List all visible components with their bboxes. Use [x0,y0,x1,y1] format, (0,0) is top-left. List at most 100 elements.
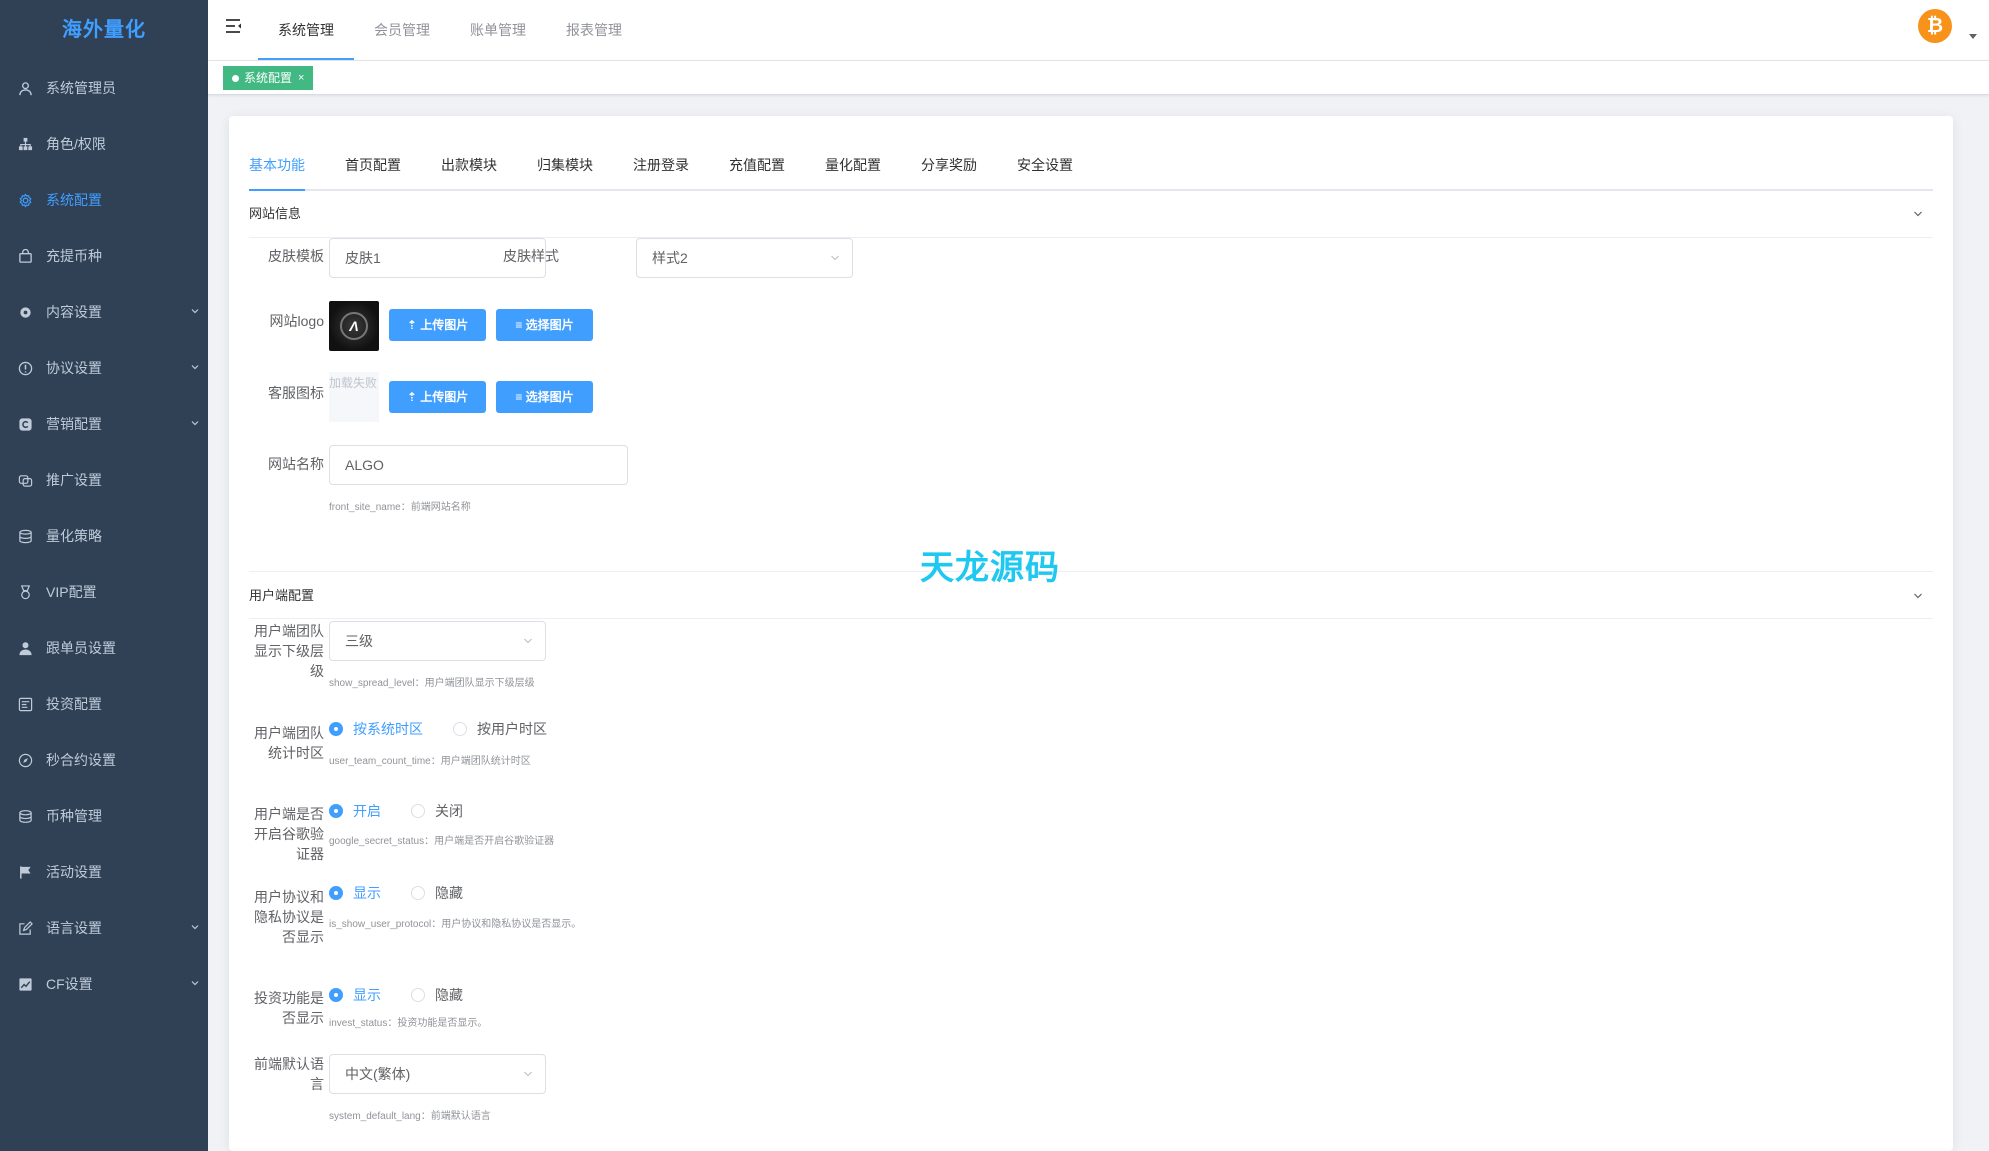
sidebar-item-promotion[interactable]: 推广设置 [0,452,208,508]
invest-label: 投资功能是否显示 [254,990,324,1026]
sidebar-item-label: 充提币种 [46,248,102,264]
radio-circle [411,804,425,818]
sidebar-item-cf[interactable]: CF设置 [0,956,208,1012]
radio-google-off[interactable]: 关闭 [411,801,463,821]
chevron-down-icon [191,365,199,370]
sidebar-item-second-contract[interactable]: 秒合约设置 [0,732,208,788]
tab-register-login[interactable]: 注册登录 [633,142,729,189]
tab-withdraw-module[interactable]: 出款模块 [441,142,537,189]
tab-collection-module[interactable]: 归集模块 [537,142,633,189]
tab-share-rewards[interactable]: 分享奖励 [921,142,1017,189]
radio-label: 隐藏 [435,987,463,1003]
hamburger-icon[interactable] [224,16,244,36]
user-icon [17,80,33,96]
sidebar-item-label: CF设置 [46,976,93,992]
team-time-label: 用户端团队统计时区 [254,725,324,761]
medal-icon [17,584,33,600]
radio-protocol-show[interactable]: 显示 [329,883,381,903]
upload-button-label: 上传图片 [420,318,469,332]
radio-label: 关闭 [435,803,463,819]
person-icon [17,640,33,656]
site-name-input[interactable]: ALGO [329,445,628,485]
select-service-icon-button[interactable]: ≡ 选择图片 [496,381,593,413]
team-time-radio-group: 按系统时区 按用户时区 [329,719,577,739]
skin-style-value: 样式2 [652,250,688,266]
sidebar-item-invest-config[interactable]: 投资配置 [0,676,208,732]
default-lang-select[interactable]: 中文(繁体) [329,1054,546,1094]
sidebar-item-vip[interactable]: VIP配置 [0,564,208,620]
service-icon-label: 客服图标 [268,385,324,401]
share-icon [17,472,33,488]
skin-style-label: 皮肤样式 [503,248,559,264]
invest-icon [17,696,33,712]
close-icon[interactable]: × [298,67,304,89]
tab-report-management[interactable]: 报表管理 [546,0,642,60]
tag-system-config[interactable]: 系统配置 × [223,66,314,90]
default-lang-value: 中文(繁体) [345,1066,411,1082]
radio-google-on[interactable]: 开启 [329,801,381,821]
radio-user-timezone[interactable]: 按用户时区 [453,719,547,739]
radio-protocol-hide[interactable]: 隐藏 [411,883,463,903]
sidebar-logo[interactable]: 海外量化 [0,0,208,60]
tab-basic-functions[interactable]: 基本功能 [249,142,345,191]
select-logo-button[interactable]: ≡ 选择图片 [496,309,593,341]
protocol-radio-group: 显示 隐藏 [329,883,493,903]
radio-label: 隐藏 [435,885,463,901]
invest-radio-group: 显示 隐藏 [329,985,493,1005]
chart-icon [17,976,33,992]
sidebar-item-content[interactable]: 内容设置 [0,284,208,340]
section-site-info[interactable]: 网站信息 [249,190,1933,238]
tab-system-management[interactable]: 系统管理 [258,0,354,60]
tab-quant-config[interactable]: 量化配置 [825,142,921,189]
site-logo-label: 网站logo [269,313,324,329]
radio-system-timezone[interactable]: 按系统时区 [329,719,423,739]
site-name-label: 网站名称 [268,456,324,472]
sidebar-item-language[interactable]: 语言设置 [0,900,208,956]
upload-service-icon-button[interactable]: ⇡ 上传图片 [389,381,486,413]
list-icon: ≡ [515,390,526,404]
google-auth-radio-group: 开启 关闭 [329,801,493,821]
radio-circle [411,886,425,900]
sidebar-item-activity[interactable]: 活动设置 [0,844,208,900]
sidebar-item-label: 币种管理 [46,808,102,824]
sidebar-item-system-admin[interactable]: 系统管理员 [0,60,208,116]
tab-member-management[interactable]: 会员管理 [354,0,450,60]
config-card: 基本功能 首页配置 出款模块 归集模块 注册登录 充值配置 量化配置 分享奖励 … [229,116,1953,1151]
sidebar-item-roles[interactable]: 角色/权限 [0,116,208,172]
tab-bill-management[interactable]: 账单管理 [450,0,546,60]
watermark: 天龙源码 [920,549,1060,587]
site-logo-image: Λ [329,301,379,351]
org-tree-icon [17,136,33,152]
sidebar-item-coin-management[interactable]: 币种管理 [0,788,208,844]
tag-label: 系统配置 [244,71,293,85]
section-user-config[interactable]: 用户端配置 [249,571,1933,619]
tab-security-settings[interactable]: 安全设置 [1017,142,1113,189]
caret-down-icon[interactable] [1969,34,1977,39]
sidebar-item-marketing[interactable]: 营销配置 [0,396,208,452]
skin-style-select[interactable]: 样式2 [636,238,853,278]
google-auth-hint: google_secret_status：用户端是否开启谷歌验证器 [329,836,555,847]
sidebar-item-deposit-coins[interactable]: 充提币种 [0,228,208,284]
tab-recharge-config[interactable]: 充值配置 [729,142,825,189]
radio-invest-hide[interactable]: 隐藏 [411,985,463,1005]
edit-icon [17,920,33,936]
radio-label: 显示 [353,885,381,901]
avatar[interactable]: ₿ [1918,9,1952,43]
chevron-down-icon [524,1071,532,1077]
sidebar-item-quant-strategy[interactable]: 量化策略 [0,508,208,564]
sidebar-item-protocol[interactable]: 协议设置 [0,340,208,396]
sidebar-item-copy-trader[interactable]: 跟单员设置 [0,620,208,676]
radio-circle [453,722,467,736]
team-level-select[interactable]: 三级 [329,621,546,661]
radio-invest-show[interactable]: 显示 [329,985,381,1005]
top-navbar: 系统管理 会员管理 账单管理 报表管理 ₿ [208,0,1989,61]
tab-homepage-config[interactable]: 首页配置 [345,142,441,189]
default-lang-hint: system_default_lang：前端默认语言 [329,1111,491,1122]
chevron-down-icon[interactable] [1913,209,1923,219]
flag-icon [17,864,33,880]
upload-logo-button[interactable]: ⇡ 上传图片 [389,309,486,341]
radio-circle [329,722,343,736]
chevron-down-icon [191,981,199,986]
chevron-down-icon[interactable] [1913,591,1923,601]
sidebar-item-system-config[interactable]: 系统配置 [0,172,208,228]
